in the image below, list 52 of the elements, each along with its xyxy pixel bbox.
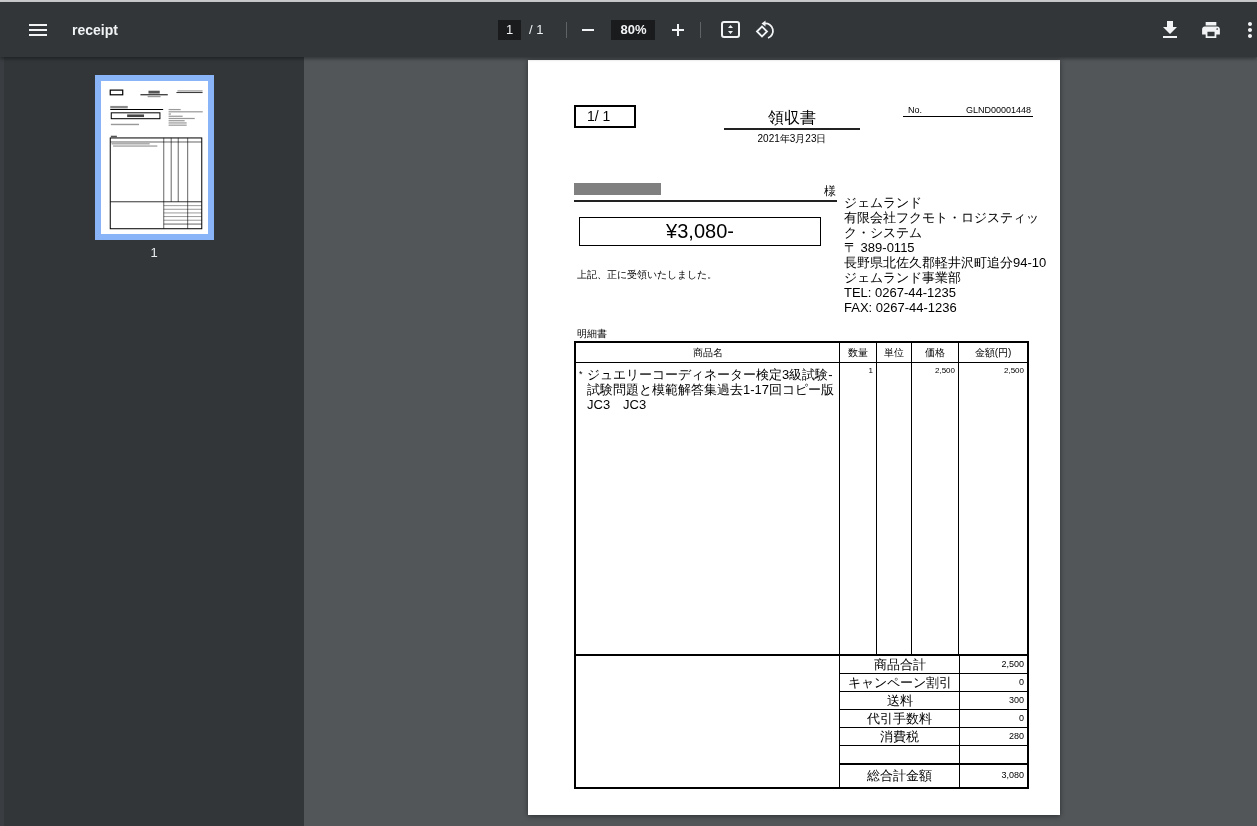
page-total-label: / 1 [529, 22, 544, 37]
page-number-field[interactable]: 1 [498, 19, 521, 40]
more-options-icon[interactable] [1248, 21, 1252, 38]
issuer-line: FAX: 0267-44-1236 [844, 300, 958, 315]
issuer-line: ジェムランド事業部 [844, 270, 962, 285]
acknowledgement-text: 上記、正に受領いたしました。 [577, 269, 718, 281]
total-label: 送料 [886, 693, 913, 708]
download-icon[interactable] [1163, 21, 1177, 38]
details-title: 明細書 [576, 328, 608, 340]
total-value: 2,500 [1001, 659, 1024, 669]
document-title: receipt [72, 21, 118, 38]
total-label: 代引手数料 [867, 711, 932, 726]
amount-total: ¥3,080- [579, 217, 821, 246]
zoom-in-icon[interactable] [672, 23, 685, 36]
receipt-title: 領収書 [767, 108, 817, 128]
issuer-line: 〒 389-0115 [844, 240, 916, 255]
honorific-label: 様 [824, 184, 836, 198]
issue-date: 2021年3月23日 [756, 133, 828, 145]
zoom-out-icon[interactable] [582, 28, 595, 31]
total-value: 0 [1019, 713, 1024, 723]
rotate-icon[interactable] [755, 19, 776, 40]
total-label: 商品合計 [873, 657, 926, 672]
page-counter: 1/ 1 [574, 105, 636, 128]
zoom-field[interactable]: 80% [611, 19, 656, 40]
fit-page-icon[interactable] [721, 21, 741, 38]
issuer-line: 有限会社フクモト・ロジスティック・システム [844, 210, 1040, 240]
amount-cell: 2,500 [1003, 366, 1024, 375]
issuer-line: 長野県北佐久郡軽井沢町追分94-10 [844, 255, 1048, 270]
grand-total-value: 3,080 [1001, 770, 1024, 780]
issuer-line: ジェムランド [844, 195, 923, 210]
receipt-number: GLND00001448 [965, 105, 1031, 116]
print-icon[interactable] [1202, 21, 1220, 38]
total-value: 280 [1008, 731, 1024, 741]
column-header: 数量 [848, 347, 868, 358]
grand-total-label: 総合計金額 [867, 768, 932, 783]
page-thumbnail[interactable] [94, 75, 214, 240]
menu-icon[interactable] [29, 23, 47, 36]
price-cell: 2,500 [934, 366, 955, 375]
quantity-cell: 1 [868, 366, 873, 375]
column-header: 単位 [884, 347, 904, 358]
number-label: No. [908, 105, 922, 116]
issuer-line: TEL: 0267-44-1235 [844, 285, 958, 300]
item-marker: * [579, 368, 584, 381]
total-label: キャンペーン割引 [847, 675, 952, 690]
column-header: 金額(円) [974, 347, 1012, 358]
total-label: 消費税 [880, 729, 919, 744]
column-header: 商品名 [692, 347, 723, 358]
page-number-label: 1 [150, 245, 158, 260]
item-name: ジュエリーコーディネーター検定3級試験- 試験問題と模範解答集過去1-17回コピー版 JC3 JC3 [587, 367, 836, 412]
total-value: 0 [1019, 677, 1024, 687]
column-header: 価格 [925, 347, 945, 358]
total-value: 300 [1008, 695, 1024, 705]
